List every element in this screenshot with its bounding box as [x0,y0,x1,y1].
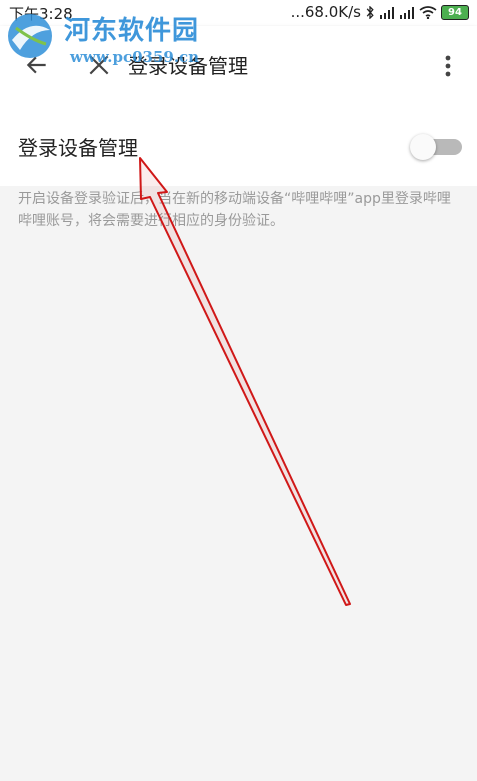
bluetooth-icon [366,5,374,19]
setting-row-login-device[interactable]: 登录设备管理 [0,104,477,186]
network-speed: ...68.0K/s [290,3,361,21]
watermark-title: 河东软件园 [64,16,200,46]
battery-indicator: 94 [441,4,469,20]
status-icons: ...68.0K/s 94 [291,3,469,21]
watermark-url: www.pc0359.cn [70,48,200,66]
wifi-icon [419,5,437,19]
setting-description: 开启设备登录验证后，当在新的移动端设备“哔哩哔哩”app里登录哔哩哔哩账号，将会… [18,191,451,229]
watermark-logo-icon [8,14,52,58]
signal-icon-2 [400,6,414,19]
watermark: 河东软件园 www.pc0359.cn [2,10,222,70]
login-device-toggle[interactable] [410,134,464,160]
signal-icon [380,6,394,19]
setting-label: 登录设备管理 [18,136,138,160]
toggle-thumb [410,134,436,160]
more-vert-icon[interactable] [436,53,460,79]
